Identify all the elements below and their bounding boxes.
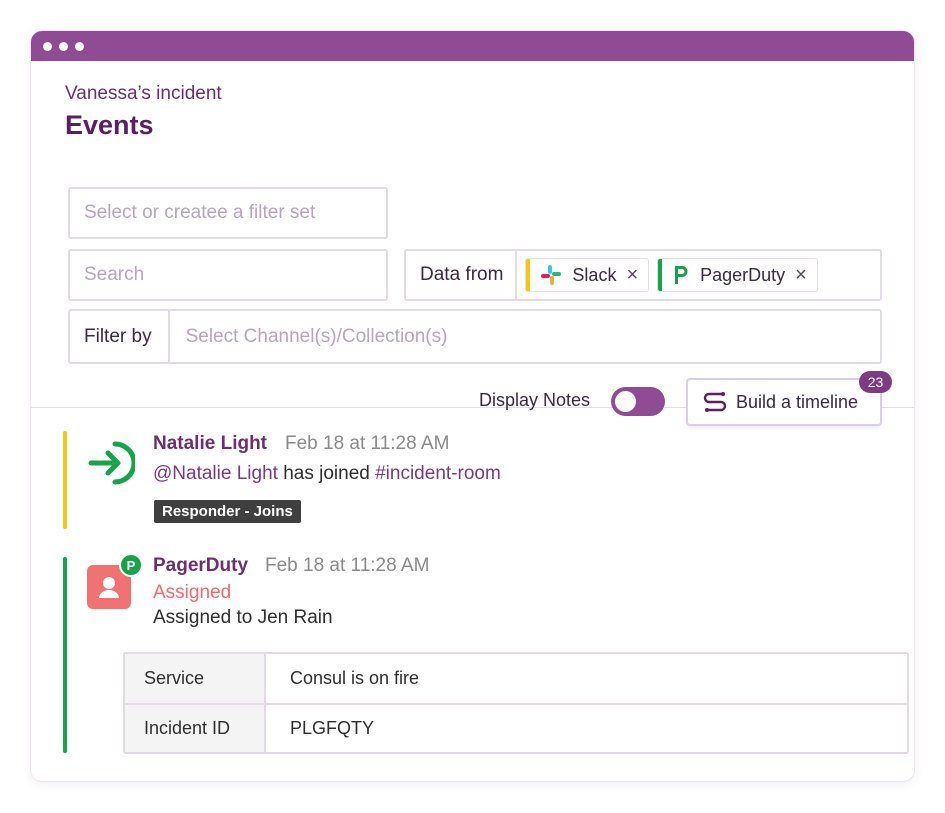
window-dot-icon — [43, 41, 52, 51]
event-accent-bar — [63, 557, 67, 753]
detail-value: Consul is on fire — [290, 668, 420, 688]
window-dot-icon — [75, 41, 84, 51]
detail-key: Incident ID — [125, 705, 266, 752]
event-item: P PagerDuty Feb 18 at 11:28 AM Assigned … — [63, 553, 909, 754]
event-message: Assigned to Jen Rain — [153, 607, 333, 628]
events-header: Vanessa’s incident Events Select or crea… — [31, 61, 914, 426]
search-input[interactable]: Search — [68, 249, 388, 301]
event-details-table: Service Consul is on fire Incident ID PL… — [123, 652, 909, 754]
event-time: Feb 18 at 11:28 AM — [265, 555, 430, 576]
incident-name: Vanessa’s incident — [65, 83, 222, 104]
page-title: Events — [65, 110, 154, 140]
build-timeline-label: Build a timeline — [736, 391, 859, 412]
filter-by-field[interactable]: Filter by Select Channel(s)/Collection(s… — [68, 309, 882, 364]
app-window: Vanessa’s incident Events Select or crea… — [30, 30, 915, 782]
event-author: Natalie Light — [153, 433, 268, 454]
source-chip-pagerduty[interactable]: PagerDuty × — [657, 258, 818, 292]
table-row: Incident ID PLGFQTY — [125, 703, 907, 752]
source-chip-slack[interactable]: Slack × — [525, 258, 650, 292]
source-chip-label: Slack — [572, 264, 617, 285]
event-action: has joined — [277, 463, 376, 484]
display-notes-toggle[interactable] — [611, 387, 665, 416]
event-message: @Natalie Light has joined #incident-room — [153, 463, 501, 485]
event-item: Natalie Light Feb 18 at 11:28 AM @Natali… — [63, 431, 883, 529]
remove-chip-icon[interactable]: × — [626, 264, 638, 287]
event-status: Assigned — [153, 582, 232, 603]
window-titlebar — [31, 31, 914, 61]
timeline-route-icon — [703, 392, 727, 412]
search-placeholder: Search — [84, 264, 145, 285]
slack-icon — [541, 265, 562, 285]
filter-by-label: Filter by — [70, 311, 170, 362]
data-from-label: Data from — [406, 251, 518, 299]
pagerduty-icon — [675, 266, 688, 284]
remove-chip-icon[interactable]: × — [795, 264, 807, 287]
filter-set-placeholder: Select or createe a filter set — [84, 202, 316, 223]
build-timeline-button[interactable]: Build a timeline — [686, 378, 882, 426]
chip-accent — [526, 259, 531, 291]
event-author: PagerDuty — [153, 555, 249, 576]
detail-value: PLGFQTY — [290, 718, 375, 738]
source-chip-label: PagerDuty — [700, 264, 786, 285]
detail-key: Service — [125, 654, 266, 703]
user-mention[interactable]: @Natalie Light — [153, 463, 278, 484]
data-from-field: Data from Slack × PagerDuty × — [404, 249, 882, 301]
channel-select-placeholder: Select Channel(s)/Collection(s) — [185, 325, 448, 347]
event-accent-bar — [63, 431, 67, 529]
event-tag: Responder - Joins — [154, 500, 301, 523]
join-arrow-icon — [88, 441, 135, 485]
timeline-count-badge: 23 — [859, 371, 892, 393]
pagerduty-badge-icon: P — [119, 553, 143, 577]
table-row: Service Consul is on fire — [125, 654, 907, 703]
event-time: Feb 18 at 11:28 AM — [285, 433, 450, 454]
display-notes-label: Display Notes — [479, 390, 591, 410]
window-dot-icon — [59, 41, 68, 51]
toggle-knob — [615, 391, 636, 412]
channel-link[interactable]: #incident-room — [375, 463, 501, 484]
filter-set-select[interactable]: Select or createe a filter set — [68, 187, 388, 239]
chip-accent — [658, 259, 663, 291]
